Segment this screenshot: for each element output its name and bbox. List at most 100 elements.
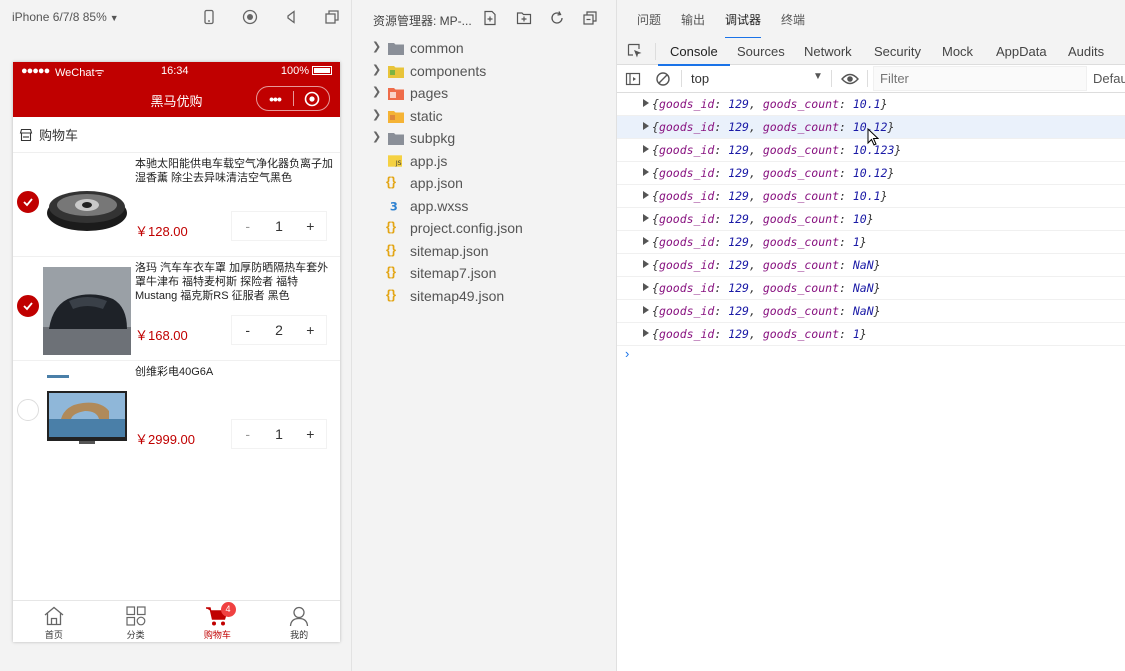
- console-log-row[interactable]: {goods_id: 129, goods_count: 10.1}: [617, 185, 1125, 208]
- new-file-icon[interactable]: [482, 10, 498, 26]
- quantity-value[interactable]: 2: [263, 322, 295, 338]
- quantity-stepper: - 1 +: [231, 419, 327, 449]
- console-log-row[interactable]: {goods_id: 129, goods_count: NaN}: [617, 254, 1125, 277]
- expand-triangle-icon[interactable]: [643, 214, 649, 222]
- quantity-value[interactable]: 1: [263, 218, 295, 234]
- tab-network[interactable]: Network: [804, 44, 852, 59]
- expand-triangle-icon[interactable]: [643, 145, 649, 153]
- tab-mock[interactable]: Mock: [942, 44, 973, 59]
- expand-triangle-icon[interactable]: [643, 260, 649, 268]
- expand-triangle-icon[interactable]: [643, 237, 649, 245]
- tab-my[interactable]: 我的: [258, 601, 340, 642]
- tab-cart[interactable]: 购物车 4: [177, 601, 259, 642]
- tab-sources[interactable]: Sources: [737, 44, 785, 59]
- tab-label: 我的: [290, 630, 309, 640]
- check-icon: [23, 198, 33, 207]
- product-image[interactable]: [43, 371, 131, 459]
- phone-icon[interactable]: [201, 9, 217, 25]
- battery-status: 100%: [281, 65, 332, 77]
- console-log-row[interactable]: {goods_id: 129, goods_count: NaN}: [617, 300, 1125, 323]
- plus-button[interactable]: +: [295, 322, 326, 338]
- minus-button[interactable]: -: [232, 218, 263, 234]
- user-icon: [289, 606, 309, 627]
- item-checkbox[interactable]: [17, 295, 39, 317]
- device-selector[interactable]: iPhone 6/7/8 85% ▼: [12, 10, 119, 24]
- collapse-all-icon[interactable]: [582, 10, 598, 26]
- minus-button[interactable]: -: [232, 322, 263, 338]
- more-icon[interactable]: •••: [257, 91, 293, 107]
- product-price: ￥168.00: [135, 328, 188, 343]
- filter-input[interactable]: [873, 66, 1087, 91]
- tab-home[interactable]: 首页: [13, 601, 95, 642]
- tree-item-label: subpkg: [410, 130, 456, 146]
- context-select[interactable]: top: [691, 71, 709, 86]
- json-file-icon: {}: [386, 242, 397, 257]
- tree-item-label: static: [410, 108, 443, 124]
- log-levels-select[interactable]: Defau: [1093, 71, 1125, 86]
- console-prompt[interactable]: ›: [625, 346, 629, 361]
- tab-terminal[interactable]: 终端: [781, 11, 805, 28]
- expand-triangle-icon[interactable]: [643, 191, 649, 199]
- tab-problems[interactable]: 问题: [637, 11, 661, 28]
- console-log-row[interactable]: {goods_id: 129, goods_count: 1}: [617, 323, 1125, 346]
- static-folder-icon: [388, 111, 404, 123]
- console-log-row[interactable]: {goods_id: 129, goods_count: 10}: [617, 208, 1125, 231]
- refresh-icon[interactable]: [549, 10, 565, 26]
- cart-header: 购物车: [13, 117, 340, 153]
- js-file-icon: JS: [388, 155, 402, 167]
- new-folder-icon[interactable]: [516, 10, 532, 26]
- carrier-label: WeChatᯤ: [55, 65, 105, 80]
- tab-appdata[interactable]: AppData: [996, 44, 1047, 59]
- tab-debugger[interactable]: 调试器: [725, 11, 762, 39]
- quantity-stepper: - 2 +: [231, 315, 327, 345]
- chevron-right-icon: ❯: [372, 86, 382, 98]
- folder-icon: [388, 43, 404, 55]
- caret-down-icon[interactable]: ▼: [813, 71, 823, 82]
- eye-icon[interactable]: [841, 72, 859, 86]
- console-log-row[interactable]: {goods_id: 129, goods_count: 1}: [617, 231, 1125, 254]
- console-log-row[interactable]: {goods_id: 129, goods_count: NaN}: [617, 277, 1125, 300]
- expand-triangle-icon[interactable]: [643, 283, 649, 291]
- product-name[interactable]: 创维彩电40G6A: [135, 365, 335, 379]
- clear-console-icon[interactable]: [655, 71, 671, 87]
- json-file-icon: {}: [386, 264, 397, 279]
- expand-triangle-icon[interactable]: [643, 329, 649, 337]
- volume-icon[interactable]: [283, 9, 299, 25]
- inspect-element-icon[interactable]: [627, 43, 643, 59]
- tab-category[interactable]: 分类: [95, 601, 177, 642]
- record-icon[interactable]: [242, 9, 258, 25]
- tab-audits[interactable]: Audits: [1068, 44, 1104, 59]
- expand-triangle-icon[interactable]: [643, 306, 649, 314]
- tab-console[interactable]: Console: [658, 44, 730, 66]
- item-checkbox[interactable]: [17, 191, 39, 213]
- css-file-icon: 3: [390, 199, 398, 213]
- product-name[interactable]: 洛玛 汽车车衣车罩 加厚防晒隔热车套外罩牛津布 福特麦柯斯 探险者 福特Must…: [135, 261, 335, 303]
- devtools-tabs: Console Sources Network Security Mock Ap…: [617, 38, 1125, 66]
- minus-button[interactable]: -: [232, 426, 263, 442]
- console-log-row[interactable]: {goods_id: 129, goods_count: 10.1}: [617, 93, 1125, 116]
- quantity-value[interactable]: 1: [263, 426, 295, 442]
- tab-security[interactable]: Security: [874, 44, 921, 59]
- detach-window-icon[interactable]: [324, 9, 340, 25]
- simulator-panel: iPhone 6/7/8 85% ▼ ●●●●● WeChatᯤ 16:34 10…: [0, 0, 352, 671]
- tab-label: 购物车: [203, 630, 231, 640]
- item-checkbox[interactable]: [17, 399, 39, 421]
- product-price: ￥2999.00: [135, 432, 195, 447]
- product-name[interactable]: 本驰太阳能供电车载空气净化器负离子加湿香薰 除尘去异味清洁空气黑色: [135, 157, 335, 185]
- console-log-row[interactable]: {goods_id: 129, goods_count: 10.12}: [617, 162, 1125, 185]
- tree-item-label: app.wxss: [410, 198, 469, 214]
- tab-output[interactable]: 输出: [681, 11, 705, 28]
- product-image[interactable]: [43, 163, 131, 251]
- expand-triangle-icon[interactable]: [643, 99, 649, 107]
- close-capsule-icon[interactable]: [294, 91, 329, 107]
- tab-label: 分类: [126, 630, 145, 640]
- expand-triangle-icon[interactable]: [643, 122, 649, 130]
- plus-button[interactable]: +: [295, 218, 326, 234]
- console-toolbar: top ▼ Defau: [617, 65, 1125, 93]
- plus-button[interactable]: +: [295, 426, 326, 442]
- cart-badge: 4: [220, 602, 236, 617]
- tree-item-label: project.config.json: [410, 220, 523, 236]
- expand-triangle-icon[interactable]: [643, 168, 649, 176]
- sidebar-toggle-icon[interactable]: [625, 71, 641, 87]
- product-image[interactable]: [43, 267, 131, 355]
